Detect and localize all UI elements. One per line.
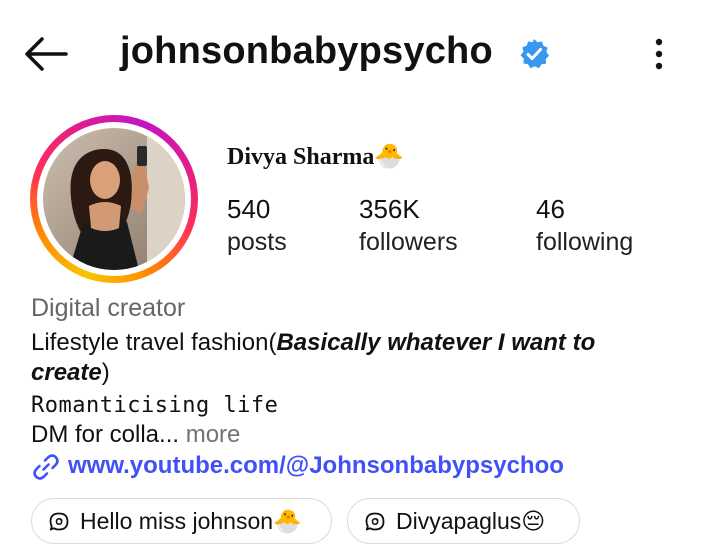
- profile-link-text: www.youtube.com/@Johnsonbabypsychoo: [68, 452, 564, 479]
- following-label: following: [536, 228, 634, 256]
- bio-text: DM for colla...: [31, 421, 180, 448]
- threads-chip-divyapaglus[interactable]: Divyapaglus😔: [347, 498, 580, 544]
- bio-line-1: Lifestyle travel fashion(Basically whate…: [31, 329, 595, 357]
- link-icon: [33, 454, 59, 480]
- back-button[interactable]: [22, 34, 70, 74]
- bio-bold-text: Basically whatever I want to: [276, 329, 596, 356]
- verified-badge-icon: [518, 38, 550, 70]
- threads-chip-label: Divyapaglus😔: [396, 508, 546, 534]
- profile-full-name: Divya Sharma🐣: [227, 144, 405, 170]
- bio-line-2: create): [31, 359, 110, 387]
- more-vertical-icon: [655, 38, 663, 70]
- following-count-stat[interactable]: 46 following: [536, 193, 633, 259]
- profile-category: Digital creator: [31, 294, 186, 322]
- bio-monospace-text: 𝚁𝚘𝚖𝚊𝚗𝚝𝚒𝚌𝚒𝚜𝚒𝚗𝚐 𝚕𝚒𝚏𝚎: [31, 394, 279, 419]
- bio-more-link[interactable]: more: [186, 421, 241, 448]
- bio-text: Lifestyle travel fashion(: [31, 329, 277, 356]
- avatar: [43, 128, 185, 270]
- followers-count-stat[interactable]: 356K followers: [359, 193, 458, 259]
- followers-count: 356K: [359, 194, 420, 224]
- followers-label: followers: [359, 228, 458, 256]
- posts-count: 540: [227, 194, 271, 224]
- bio-line-3: 𝚁𝚘𝚖𝚊𝚗𝚝𝚒𝚌𝚒𝚜𝚒𝚗𝚐 𝚕𝚒𝚏𝚎: [31, 391, 278, 419]
- threads-bubble-icon: [365, 512, 385, 531]
- following-count: 46: [536, 194, 565, 224]
- profile-username: johnsonbabypsycho: [120, 30, 493, 72]
- threads-bubble-icon: [49, 512, 69, 531]
- arrow-left-icon: [25, 37, 68, 71]
- more-options-button[interactable]: [646, 34, 672, 74]
- threads-chip-hello-miss-johnson[interactable]: Hello miss johnson🐣: [31, 498, 332, 544]
- profile-avatar-story-ring[interactable]: [30, 115, 198, 283]
- posts-label: posts: [227, 228, 287, 256]
- bio-bold-text: create: [31, 359, 102, 386]
- threads-chip-label: Hello miss johnson🐣: [80, 508, 302, 534]
- top-app-bar: johnsonbabypsycho: [0, 0, 719, 105]
- bio-text: ): [101, 359, 110, 386]
- bio-line-4: DM for colla... more: [31, 421, 240, 449]
- posts-count-stat[interactable]: 540 posts: [227, 193, 287, 259]
